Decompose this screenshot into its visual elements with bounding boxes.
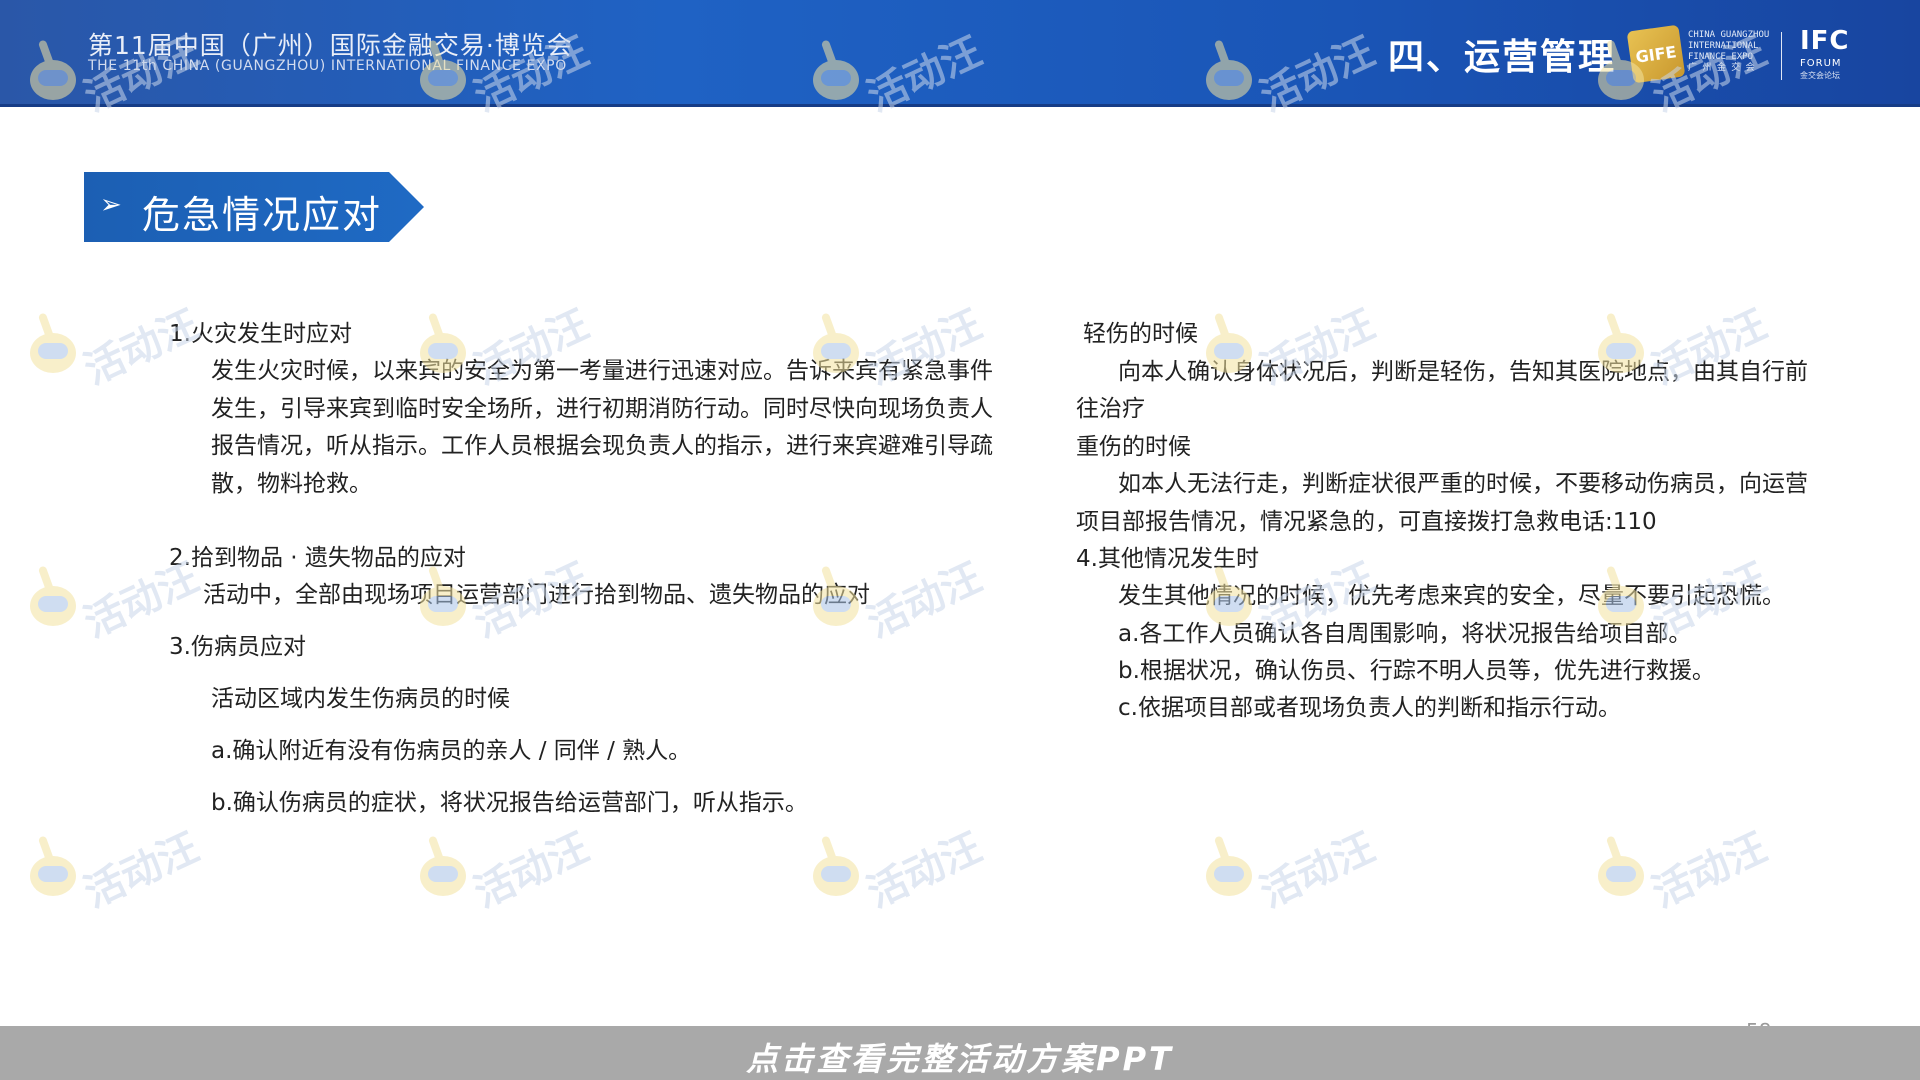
- minor-injury-line-1: 向本人确认身体状况后，判断是轻伤，告知其医院地点，由其自行前: [1118, 359, 1808, 385]
- other-situations-item-a: a.各工作人员确认各自周围影响，将状况报告给项目部。: [1118, 621, 1692, 647]
- lost-items-line: 活动中，全部由现场项目运营部门进行拾到物品、遗失物品的应对: [203, 582, 870, 608]
- gife-logo-text: CHINA GUANGZHOU INTERNATIONAL FINANCE EX…: [1688, 30, 1770, 73]
- ifc-sub-label: 金交会论坛: [1800, 71, 1840, 80]
- expo-title-cn: 第11届中国（广州）国际金融交易·博览会: [88, 31, 573, 60]
- severe-injury-heading: 重伤的时候: [1076, 434, 1191, 460]
- watermark: 活动汪: [1198, 818, 1388, 917]
- severe-injury-line-2: 项目部报告情况，情况紧急的，可直接拨打急救电话:110: [1076, 509, 1657, 535]
- injury-heading: 3.伤病员应对: [169, 634, 306, 660]
- ifc-forum-label: FORUM: [1800, 58, 1842, 69]
- minor-injury-line-2: 往治疗: [1076, 396, 1145, 422]
- gife-logo: GIFE: [1626, 24, 1686, 84]
- injury-item-b: b.确认伤病员的症状，将状况报告给运营部门，听从指示。: [211, 790, 808, 816]
- section-banner: ➢ 危急情况应对: [84, 172, 424, 242]
- other-situations-heading: 4.其他情况发生时: [1076, 546, 1259, 572]
- fire-line-1: 发生火灾时候，以来宾的安全为第一考量进行迅速对应。告诉来宾有紧急事件: [211, 358, 993, 384]
- lost-items-heading: 2.拾到物品 · 遗失物品的应对: [169, 545, 466, 571]
- view-full-ppt-link[interactable]: 点击查看完整活动方案PPT: [0, 1034, 1920, 1080]
- watermark: 活动汪: [22, 818, 212, 917]
- banner-title: 危急情况应对: [142, 193, 383, 237]
- watermark: 活动汪: [805, 818, 995, 917]
- injury-intro: 活动区域内发生伤病员的时候: [211, 686, 510, 712]
- arrow-bullet-icon: ➢: [100, 190, 122, 220]
- section-title: 四、运营管理: [1388, 37, 1617, 78]
- fire-line-4: 散，物料抢救。: [211, 471, 372, 497]
- other-situations-item-c: c.依据项目部或者现场负责人的判断和指示行动。: [1118, 695, 1621, 721]
- fire-line-3: 报告情况，听从指示。工作人员根据会现负责人的指示，进行来宾避难引导疏: [211, 433, 993, 459]
- other-situations-item-b: b.根据状况，确认伤员、行踪不明人员等，优先进行救援。: [1118, 658, 1715, 684]
- fire-heading: 1.火灾发生时应对: [169, 321, 352, 347]
- slide: 第11届中国（广州）国际金融交易·博览会 THE 11th CHINA (GUA…: [0, 0, 1920, 1080]
- logo-divider: [1781, 32, 1782, 80]
- footer-cta-bar[interactable]: 点击查看完整活动方案PPT: [0, 1026, 1920, 1080]
- header-band: 第11届中国（广州）国际金融交易·博览会 THE 11th CHINA (GUA…: [0, 0, 1920, 107]
- expo-title-en: THE 11th CHINA (GUANGZHOU) INTERNATIONAL…: [88, 58, 567, 74]
- watermark: 活动汪: [1590, 818, 1780, 917]
- other-situations-intro: 发生其他情况的时候，优先考虑来宾的安全，尽量不要引起恐慌。: [1118, 583, 1785, 609]
- severe-injury-line-1: 如本人无法行走，判断症状很严重的时候，不要移动伤病员，向运营: [1118, 471, 1808, 497]
- watermark: 活动汪: [412, 818, 602, 917]
- fire-line-2: 发生，引导来宾到临时安全场所，进行初期消防行动。同时尽快向现场负责人: [211, 396, 993, 422]
- minor-injury-heading: 轻伤的时候: [1083, 321, 1198, 347]
- ifc-logo: IFC: [1800, 26, 1850, 56]
- injury-item-a: a.确认附近有没有伤病员的亲人 / 同伴 / 熟人。: [211, 738, 692, 764]
